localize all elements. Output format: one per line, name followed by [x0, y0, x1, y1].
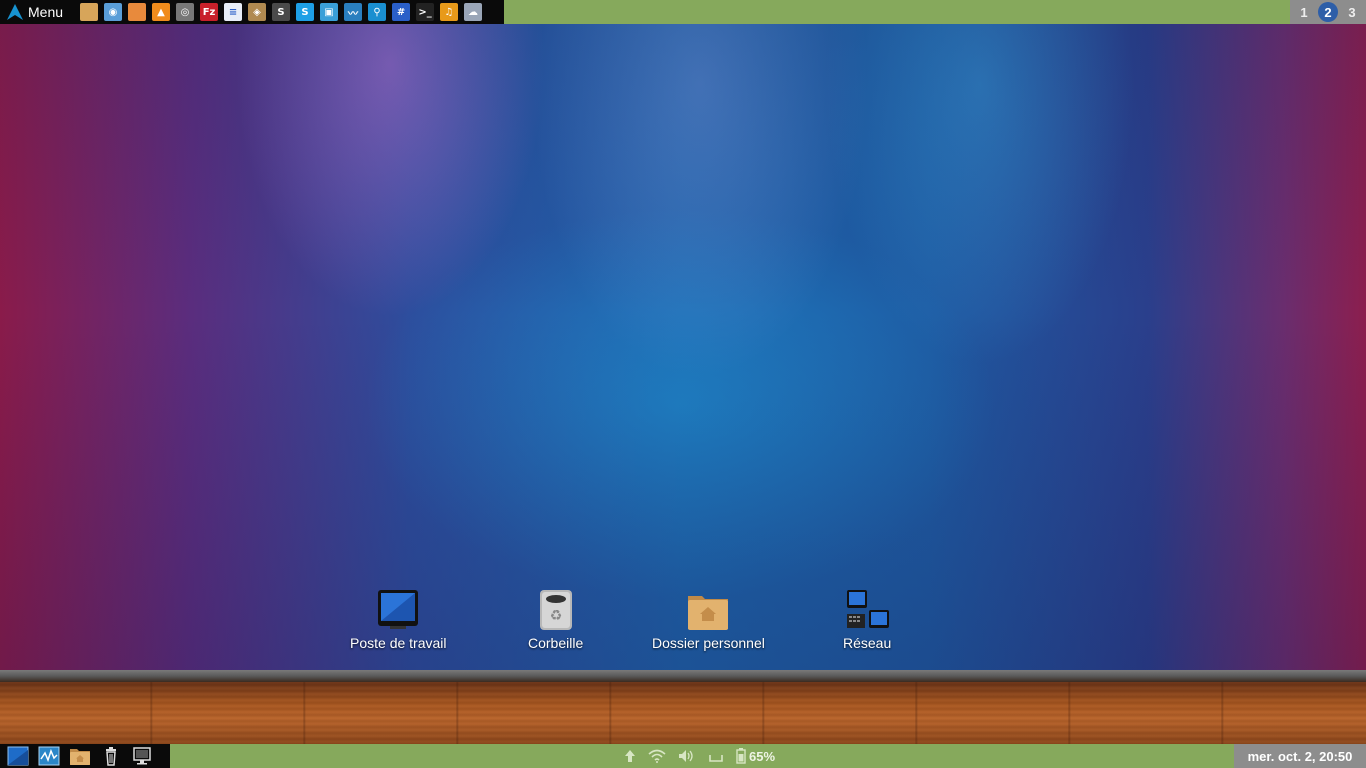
calculator-icon[interactable]: # [392, 3, 411, 21]
battery-icon [736, 748, 746, 764]
chromium-icon[interactable]: ◉ [104, 3, 123, 21]
desktop-icon-label: Corbeille [528, 635, 584, 651]
system-tray: 65% [618, 744, 781, 768]
image-viewer-icon[interactable] [128, 3, 147, 21]
desktop-icon-computer[interactable]: Poste de travail [350, 588, 447, 651]
home-folder-icon [686, 588, 730, 632]
quick-launch-bar: ◉ ▲ ◎ Fz ≡ ◈ S S ▣ 〰 ⚲ # >_ ♫ ☁ [77, 3, 485, 21]
filezilla-icon[interactable]: Fz [200, 3, 219, 21]
vlc-icon[interactable]: ▲ [152, 3, 171, 21]
skype-icon[interactable]: S [296, 3, 315, 21]
desktop-icon-network[interactable]: Réseau [843, 588, 891, 651]
desktop-icon-trash[interactable]: ♻ Corbeille [528, 588, 583, 651]
computer-icon [376, 588, 420, 632]
archive-icon[interactable]: ◈ [248, 3, 267, 21]
terminal-icon[interactable]: >_ [416, 3, 435, 21]
network-manager-icon[interactable]: ⚲ [368, 3, 387, 21]
top-panel-launcher-area: Menu ◉ ▲ ◎ Fz ≡ ◈ S S ▣ 〰 ⚲ # >_ ♫ ☁ [0, 0, 504, 24]
arch-logo-icon [7, 4, 23, 20]
desktop-icon-label: Réseau [843, 635, 892, 651]
network-icon [845, 588, 890, 632]
menu-button-label: Menu [28, 4, 64, 20]
svg-text:♻: ♻ [549, 608, 562, 624]
workspace-3-button[interactable]: 3 [1342, 2, 1362, 22]
sublime-text-icon[interactable]: S [272, 3, 291, 21]
monitor-icon[interactable] [131, 746, 153, 766]
files-icon[interactable] [80, 3, 99, 21]
top-panel: Menu ◉ ▲ ◎ Fz ≡ ◈ S S ▣ 〰 ⚲ # >_ ♫ ☁ 1 2 3 [0, 0, 1366, 24]
battery-percent: 65% [749, 748, 776, 764]
text-editor-icon[interactable]: ≡ [224, 3, 243, 21]
cloud-icon[interactable]: ☁ [464, 3, 483, 21]
music-player-icon[interactable]: ♫ [440, 3, 459, 21]
bottom-panel: 65% mer. oct. 2, 20:50 [0, 744, 1366, 768]
system-monitor-icon[interactable] [38, 746, 60, 766]
wallpaper-wood-floor [0, 682, 1366, 744]
show-desktop-icon[interactable] [7, 746, 29, 766]
desktop-icon-label: Poste de travail [350, 635, 447, 651]
desktop-icon-label: Dossier personnel [652, 635, 765, 651]
battery-indicator[interactable]: 65% [736, 748, 775, 764]
workspace-switcher: 1 2 3 [1290, 0, 1366, 24]
upload-arrow-icon[interactable] [624, 749, 636, 763]
workspace-1-button[interactable]: 1 [1294, 2, 1314, 22]
wireshark-icon[interactable]: 〰 [344, 3, 363, 21]
trash-icon: ♻ [534, 588, 578, 632]
wallpaper-shelf [0, 670, 1366, 682]
wifi-icon[interactable] [648, 749, 666, 763]
trash-icon[interactable] [100, 746, 122, 766]
volume-icon[interactable] [678, 749, 696, 763]
workspace-2-button[interactable]: 2 [1318, 2, 1338, 22]
clock[interactable]: mer. oct. 2, 20:50 [1234, 744, 1366, 768]
desktop-icon-home[interactable]: Dossier personnel [652, 588, 765, 651]
screenshot-icon[interactable]: ◎ [176, 3, 195, 21]
bottom-panel-left [0, 744, 170, 768]
home-folder-icon[interactable] [69, 746, 91, 766]
keyboard-layout-icon[interactable] [708, 749, 724, 763]
remote-desktop-icon[interactable]: ▣ [320, 3, 339, 21]
menu-button[interactable]: Menu [0, 0, 71, 24]
